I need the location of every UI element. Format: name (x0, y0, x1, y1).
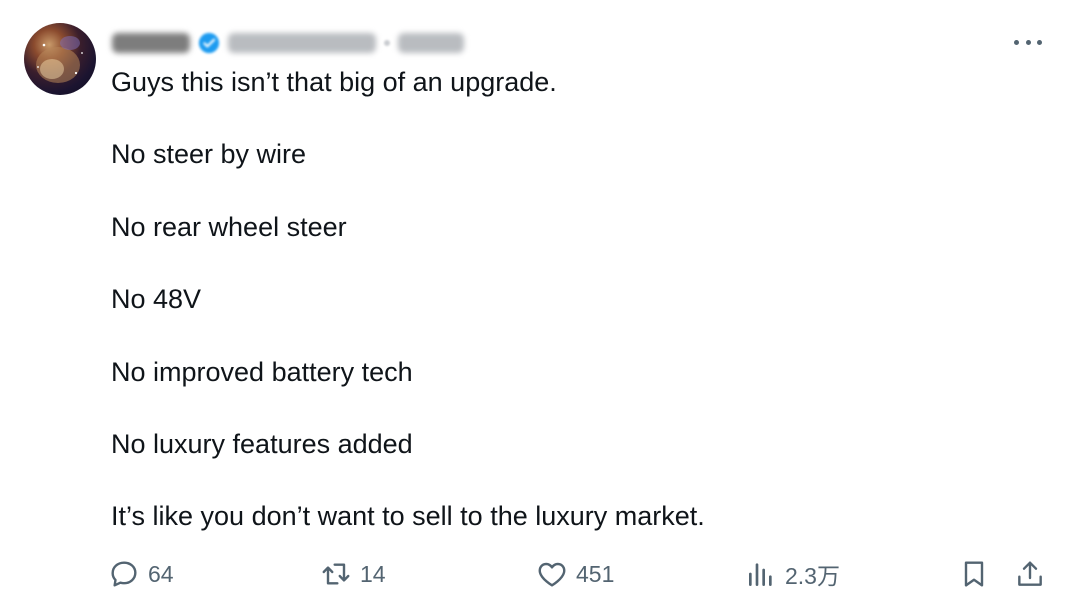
verified-badge-icon (198, 32, 220, 54)
avatar[interactable] (24, 23, 96, 95)
share-button[interactable] (1014, 556, 1046, 592)
tweet-header (112, 28, 464, 58)
reply-count: 64 (148, 560, 174, 587)
reply-icon (111, 561, 137, 587)
retweet-button[interactable]: 14 (320, 556, 386, 592)
handle-redacted[interactable] (228, 33, 376, 53)
bookmark-button[interactable] (958, 556, 990, 592)
more-dot (1037, 39, 1042, 45)
tweet-line: No steer by wire (111, 139, 307, 170)
share-icon (1018, 561, 1042, 586)
views-count: 2.3万 (785, 563, 840, 589)
like-button[interactable]: 451 (536, 556, 614, 592)
bookmark-icon (964, 561, 984, 587)
tweet-line: It’s like you don’t want to sell to the … (111, 501, 705, 532)
tweet-actions: 64 14 451 2.3万 (108, 556, 1048, 592)
more-dot (1025, 39, 1031, 45)
tweet-card[interactable]: Guys this isn’t that big of an upgrade. … (0, 0, 1080, 607)
tweet-line: No improved battery tech (111, 356, 413, 387)
heart-icon (538, 562, 566, 587)
more-options-icon[interactable] (1014, 36, 1042, 48)
retweet-count: 14 (360, 560, 386, 587)
timestamp-redacted[interactable] (398, 33, 464, 53)
retweet-icon (322, 563, 350, 585)
reply-button[interactable]: 64 (108, 556, 174, 592)
avatar-image (36, 36, 83, 83)
tweet-line: No rear wheel steer (111, 211, 347, 242)
more-dot (1014, 39, 1019, 45)
like-count: 451 (576, 560, 615, 587)
tweet-line: No luxury features added (111, 428, 413, 459)
tweet-line: Guys this isn’t that big of an upgrade. (111, 67, 557, 97)
separator-dot (384, 40, 390, 46)
analytics-icon (749, 563, 772, 586)
tweet-line: No 48V (111, 284, 202, 315)
display-name-redacted[interactable] (112, 33, 190, 53)
views-button[interactable]: 2.3万 (745, 556, 840, 592)
tweet-text: Guys this isn’t that big of an upgrade. … (111, 64, 1011, 534)
